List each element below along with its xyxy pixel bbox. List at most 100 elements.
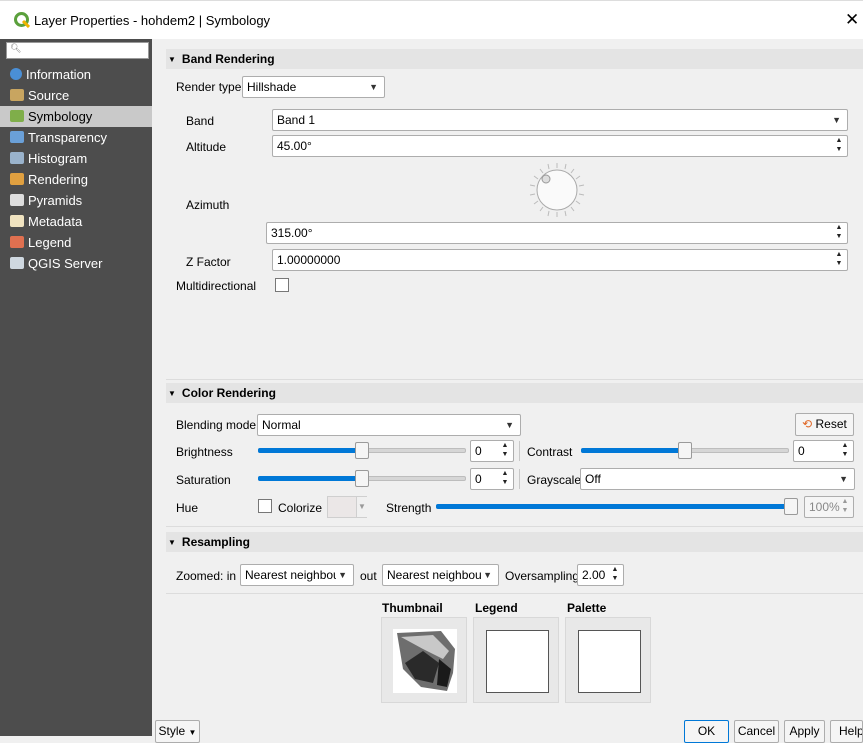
chevron-down-icon: ▼ (336, 565, 347, 585)
contrast-label: Contrast (527, 445, 573, 459)
collapse-triangle-icon: ▼ (168, 389, 176, 398)
source-icon (10, 89, 24, 101)
help-button[interactable]: Help (830, 720, 863, 743)
brightness-spinbox[interactable]: 0 ▲ ▼ (470, 440, 514, 462)
apply-button[interactable]: Apply (784, 720, 825, 743)
contrast-slider[interactable] (581, 440, 789, 462)
contrast-spinbox[interactable]: 0 ▲ ▼ (793, 440, 854, 462)
oversampling-label: Oversampling (505, 569, 580, 583)
resampling-header[interactable]: ▼ Resampling (166, 532, 863, 552)
strength-slider[interactable] (436, 496, 798, 518)
spin-arrows-icon[interactable]: ▲ ▼ (831, 223, 847, 243)
paintbrush-icon (10, 110, 24, 122)
thumbnail-label: Thumbnail (382, 601, 443, 615)
zfactor-label: Z Factor (186, 255, 231, 269)
strength-spinbox[interactable]: 100% ▲ ▼ (804, 496, 854, 518)
multidirectional-checkbox[interactable] (275, 278, 289, 292)
azimuth-dial[interactable] (528, 161, 586, 219)
grayscale-select[interactable]: Off ▼ (580, 468, 855, 490)
band-rendering-header[interactable]: ▼ Band Rendering (166, 49, 863, 69)
thumbnail-preview (381, 617, 467, 703)
divider (519, 441, 520, 461)
saturation-slider[interactable] (258, 468, 466, 490)
brightness-slider[interactable] (258, 440, 466, 462)
cancel-button[interactable]: Cancel (734, 720, 779, 743)
sidebar-item-label: Transparency (28, 130, 107, 145)
palette-preview (565, 617, 651, 703)
zfactor-spinbox[interactable]: 1.00000000 ▲ ▼ (272, 249, 848, 271)
legend-label: Legend (475, 601, 518, 615)
rendering-icon (10, 173, 24, 185)
chevron-down-icon: ▼ (839, 474, 848, 484)
spin-arrows-icon[interactable]: ▲ ▼ (497, 469, 513, 489)
spin-arrows-icon[interactable]: ▲ ▼ (837, 497, 853, 517)
sidebar-item-histogram[interactable]: Histogram (0, 148, 152, 169)
colorize-label: Colorize (278, 501, 323, 515)
hillshade-thumbnail-image (393, 629, 457, 693)
sidebar-item-qgis-server[interactable]: QGIS Server (0, 253, 152, 274)
saturation-spinbox[interactable]: 0 ▲ ▼ (470, 468, 514, 490)
color-rendering-header[interactable]: ▼ Color Rendering (166, 383, 863, 403)
strength-label: Strength (386, 501, 432, 515)
sidebar-item-metadata[interactable]: Metadata (0, 211, 152, 232)
spin-arrows-icon[interactable]: ▲ ▼ (831, 250, 847, 270)
sidebar-item-label: Legend (28, 235, 72, 250)
spin-arrows-icon[interactable]: ▲ ▼ (837, 441, 853, 461)
spin-arrows-icon[interactable]: ▲ ▼ (497, 441, 513, 461)
sidebar-item-rendering[interactable]: Rendering (0, 169, 152, 190)
resampling-panel: Zoomed: in Nearest neighbour ▼ out Neare… (166, 552, 863, 594)
style-menu-button[interactable]: Style ▼ (155, 720, 200, 743)
sidebar-search-input[interactable]: 🔍︎ (6, 42, 149, 59)
brightness-label: Brightness (176, 445, 233, 459)
band-rendering-panel: Render type Hillshade ▼ Band Band 1 ▼ Al… (166, 69, 863, 380)
sidebar-item-source[interactable]: Source (0, 85, 152, 106)
render-type-select[interactable]: Hillshade ▼ (242, 76, 385, 98)
azimuth-spinbox[interactable]: 315.00° ▲ ▼ (266, 222, 848, 244)
sidebar-item-pyramids[interactable]: Pyramids (0, 190, 152, 211)
sidebar-item-label: Histogram (28, 151, 88, 166)
pyramids-icon (10, 194, 24, 206)
sidebar-item-label: Symbology (28, 109, 93, 124)
sidebar-item-label: Pyramids (28, 193, 83, 208)
collapse-triangle-icon: ▼ (168, 538, 176, 547)
sidebar-item-label: Rendering (28, 172, 88, 187)
spin-arrows-icon[interactable]: ▲ ▼ (607, 565, 623, 585)
color-rendering-panel: Blending mode Normal ▼ ⟲ Reset Brightnes… (166, 403, 863, 527)
colorize-color-button[interactable]: ▼ (327, 496, 367, 518)
chevron-down-icon: ▼ (481, 565, 492, 585)
undo-arrow-icon: ⟲ (802, 417, 813, 431)
sidebar-item-label: Metadata (28, 214, 83, 229)
sidebar-item-legend[interactable]: Legend (0, 232, 152, 253)
chevron-down-icon: ▼ (505, 420, 514, 430)
oversampling-spinbox[interactable]: 2.00 ▲ ▼ (577, 564, 624, 586)
reset-button[interactable]: ⟲ Reset (795, 413, 854, 436)
blending-mode-select[interactable]: Normal ▼ (257, 414, 521, 436)
info-icon (10, 68, 22, 80)
sidebar-item-label: Source (28, 88, 70, 103)
zoomed-out-label: out (360, 569, 377, 583)
zoomed-out-select[interactable]: Nearest neighbour ▼ (382, 564, 499, 586)
colorize-checkbox[interactable] (258, 499, 272, 513)
sidebar-item-transparency[interactable]: Transparency (0, 127, 152, 148)
sidebar-item-symbology[interactable]: Symbology (0, 106, 152, 127)
metadata-icon (10, 215, 24, 227)
sidebar-item-information[interactable]: Information (0, 64, 152, 85)
qgis-logo-icon (14, 12, 30, 28)
collapse-triangle-icon: ▼ (168, 55, 176, 64)
spin-arrows-icon[interactable]: ▲ ▼ (831, 136, 847, 156)
palette-label: Palette (567, 601, 607, 615)
legend-preview (473, 617, 559, 703)
transparency-icon (10, 131, 24, 143)
grayscale-label: Grayscale (527, 473, 582, 487)
band-select[interactable]: Band 1 ▼ (272, 109, 848, 131)
divider (519, 469, 520, 489)
ok-button[interactable]: OK (684, 720, 729, 743)
hue-label: Hue (176, 501, 199, 515)
zoomed-in-label: Zoomed: in (176, 569, 237, 583)
chevron-down-icon: ▼ (832, 115, 841, 125)
window-title: Layer Properties - hohdem2 | Symbology (34, 13, 271, 28)
close-icon[interactable]: ✕ (845, 10, 859, 30)
zoomed-in-select[interactable]: Nearest neighbour ▼ (240, 564, 354, 586)
chevron-down-icon: ▼ (356, 497, 367, 517)
altitude-spinbox[interactable]: 45.00° ▲ ▼ (272, 135, 848, 157)
